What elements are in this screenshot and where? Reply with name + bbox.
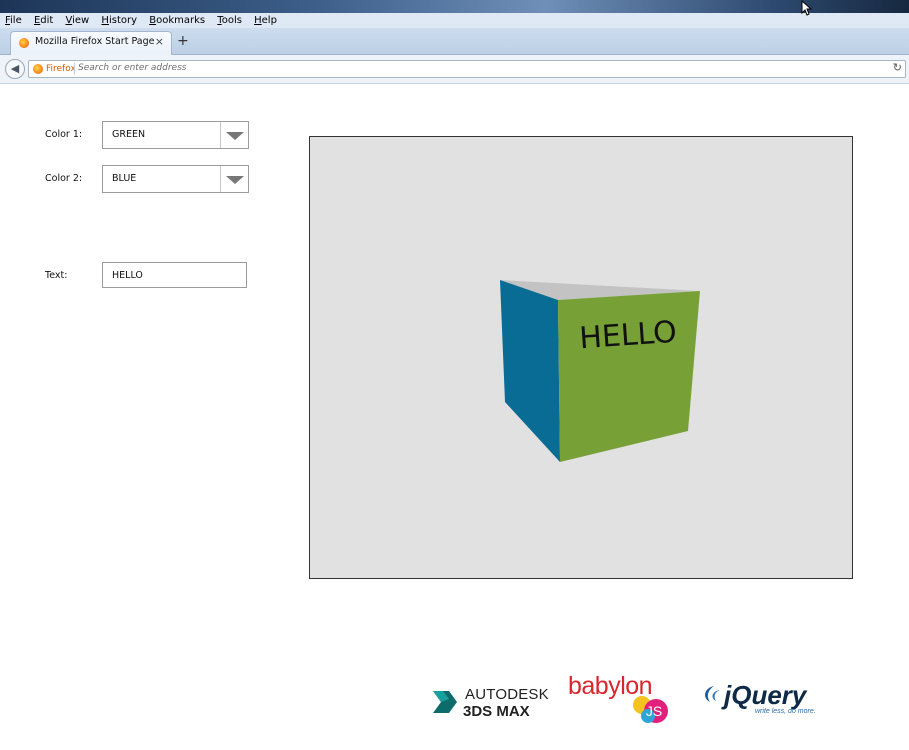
menu-help[interactable]: Help <box>254 13 277 28</box>
window-titlebar <box>0 0 909 13</box>
firefox-identity-icon <box>33 64 43 74</box>
back-button[interactable]: ◀ <box>5 59 25 79</box>
jquery-logo: jQuery write less, do more. <box>700 680 824 728</box>
color2-label: Color 2: <box>45 173 83 184</box>
babylonjs-logo: babylon JS <box>568 672 678 728</box>
navigation-toolbar: ◀ Firefox ↻ <box>0 55 909 84</box>
tab-title: Mozilla Firefox Start Page <box>35 36 155 47</box>
cube-front-face <box>558 291 700 462</box>
babylon-js-text: JS <box>646 703 662 719</box>
autodesk-3dsmax-logo: AUTODESK 3DS MAX <box>432 684 550 724</box>
cube-left-face <box>500 280 560 462</box>
menu-bookmarks[interactable]: Bookmarks <box>149 13 205 28</box>
menu-tools[interactable]: Tools <box>217 13 242 28</box>
color1-select[interactable]: GREEN <box>102 121 249 149</box>
sponsor-logos: AUTODESK 3DS MAX babylon JS jQuery write… <box>432 672 832 732</box>
mouse-cursor-icon <box>801 0 813 16</box>
chevron-down-icon[interactable] <box>220 166 248 192</box>
jquery-tagline: write less, do more. <box>755 708 816 715</box>
color2-select[interactable]: BLUE <box>102 165 249 193</box>
reload-icon[interactable]: ↻ <box>893 61 902 75</box>
menu-edit[interactable]: Edit <box>34 13 53 28</box>
cube-scene: HELLO <box>500 280 700 462</box>
babylon-js-badge: JS <box>633 696 668 723</box>
3dsmax-icon <box>433 691 457 713</box>
tab-start-page[interactable]: Mozilla Firefox Start Page × <box>10 31 172 55</box>
jquery-text: jQuery <box>724 680 807 710</box>
jquery-swirl-icon <box>705 686 720 702</box>
url-separator <box>74 63 75 75</box>
color2-value: BLUE <box>112 173 137 184</box>
close-tab-icon[interactable]: × <box>155 35 164 48</box>
menu-view[interactable]: View <box>66 13 90 28</box>
identity-label[interactable]: Firefox <box>46 62 76 76</box>
3d-viewport[interactable]: HELLO <box>309 136 853 579</box>
address-input[interactable] <box>78 61 878 75</box>
firefox-icon <box>19 38 29 48</box>
new-tab-button[interactable]: + <box>177 32 189 50</box>
autodesk-text: AUTODESK <box>465 686 549 703</box>
url-bar[interactable]: Firefox ↻ <box>28 60 906 78</box>
text-label: Text: <box>45 270 68 281</box>
color1-label: Color 1: <box>45 129 83 140</box>
text-input[interactable] <box>102 262 247 288</box>
color1-value: GREEN <box>112 129 146 140</box>
tab-strip: Mozilla Firefox Start Page × <box>0 28 909 55</box>
menu-bar: File Edit View History Bookmarks Tools H… <box>0 13 909 28</box>
chevron-down-icon[interactable] <box>220 122 248 148</box>
menu-history[interactable]: History <box>101 13 137 28</box>
menu-file[interactable]: File <box>5 13 22 28</box>
3dsmax-text: 3DS MAX <box>463 703 530 720</box>
cube-label: HELLO <box>578 315 678 357</box>
